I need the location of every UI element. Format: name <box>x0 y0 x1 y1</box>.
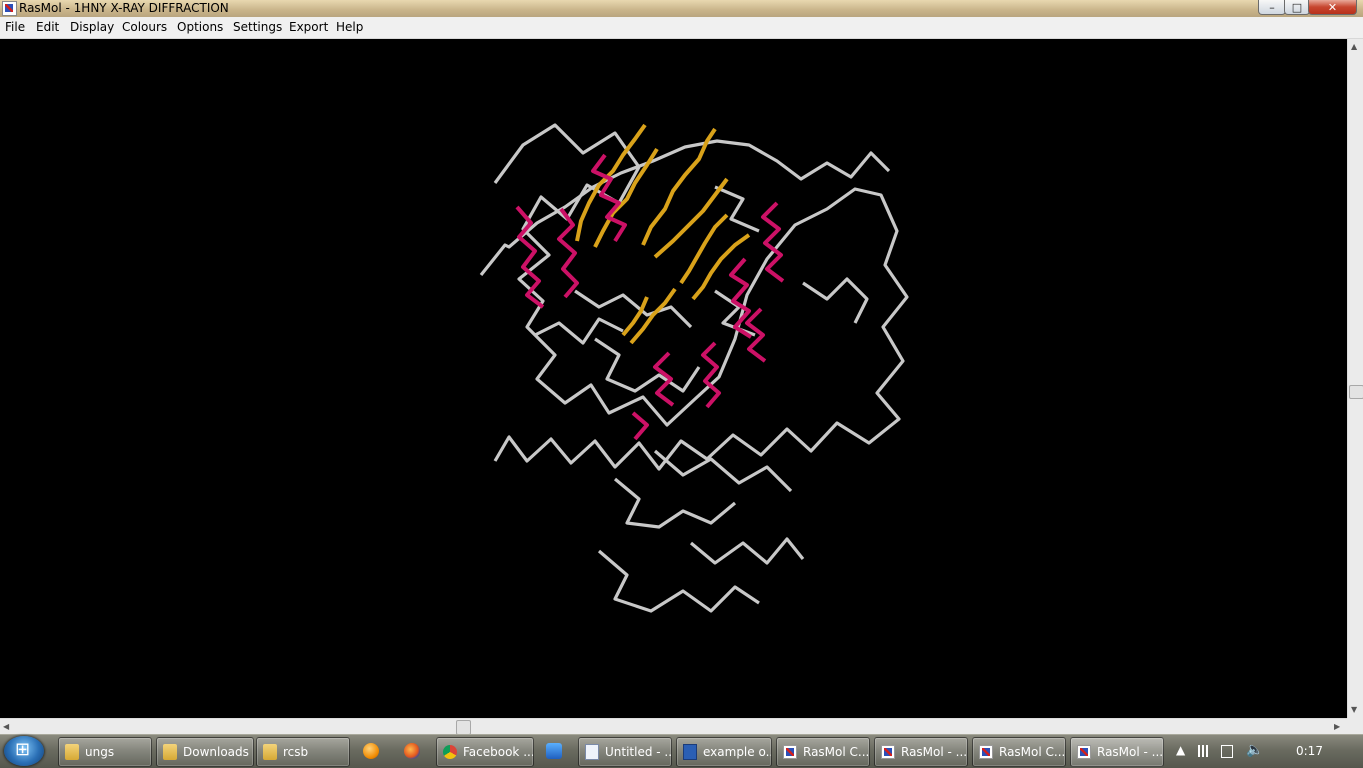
network-signal-icon[interactable] <box>1198 745 1212 757</box>
taskbar-item-rasmol-window-1[interactable]: RasMol - ... <box>874 737 968 767</box>
coil-backbone-trace <box>714 185 760 233</box>
taskbar-item-rasmol-window-2[interactable]: RasMol - ... <box>1070 737 1164 767</box>
taskbar-item-label: ungs <box>85 745 115 759</box>
rasmol-icon <box>783 745 797 759</box>
helix-segment <box>701 341 721 409</box>
folder-icon <box>65 744 79 760</box>
menu-bar: File Edit Display Colours Options Settin… <box>0 17 1363 39</box>
taskbar-item-downloads[interactable]: Downloads <box>156 737 254 767</box>
taskbar-item-facebook[interactable]: Facebook ... <box>436 737 534 767</box>
helix-segment <box>631 411 649 441</box>
start-button[interactable] <box>4 736 44 766</box>
strand-segment <box>641 127 717 246</box>
molecule-viewer[interactable] <box>0 39 1347 718</box>
coil-backbone-trace <box>534 317 624 345</box>
menu-settings[interactable]: Settings <box>233 20 282 34</box>
coil-backbone-trace <box>802 277 869 324</box>
horizontal-scroll-thumb[interactable] <box>456 720 471 735</box>
taskbar-item-label: RasMol C... <box>999 745 1066 759</box>
taskbar-item-label: Downloads <box>183 745 249 759</box>
rasmol-icon <box>979 745 993 759</box>
menu-help[interactable]: Help <box>336 20 363 34</box>
scroll-corner <box>1347 718 1363 734</box>
taskbar-item-label: RasMol C... <box>803 745 870 759</box>
rasmol-icon <box>881 745 895 759</box>
menu-export[interactable]: Export <box>289 20 328 34</box>
rasmol-icon <box>1077 745 1091 759</box>
vertical-scrollbar[interactable]: ▲ ▼ <box>1347 39 1363 718</box>
show-hidden-icons-arrow-icon[interactable]: ▲ <box>1176 743 1185 757</box>
strand-segment <box>653 177 729 259</box>
volume-icon[interactable]: 🔈 <box>1246 742 1263 758</box>
firefox-icon[interactable] <box>404 743 420 759</box>
media-player-icon[interactable] <box>546 743 562 759</box>
menu-colours[interactable]: Colours <box>122 20 167 34</box>
taskbar-item-label: Facebook ... <box>463 745 534 759</box>
maximize-button[interactable]: □ <box>1284 0 1310 15</box>
scroll-down-arrow-icon[interactable]: ▼ <box>1351 705 1357 714</box>
scroll-right-arrow-icon[interactable]: ▶ <box>1334 722 1340 731</box>
rasmol-app-icon[interactable] <box>2 1 17 16</box>
vertical-scroll-thumb[interactable] <box>1349 385 1363 399</box>
coil-backbone-trace <box>493 123 909 471</box>
helix-segment <box>557 207 579 299</box>
taskbar-item-ungs[interactable]: ungs <box>58 737 152 767</box>
word-icon <box>683 744 697 760</box>
taskbar-item-label: rcsb <box>283 745 309 759</box>
chrome-icon <box>443 745 457 759</box>
menu-display[interactable]: Display <box>70 20 114 34</box>
taskbar-item-label: RasMol - ... <box>1097 745 1164 759</box>
taskbar-item-label: example o... <box>703 745 772 759</box>
taskbar-item-rasmol-command-2[interactable]: RasMol C... <box>972 737 1066 767</box>
coil-backbone-trace <box>653 449 793 493</box>
battery-icon[interactable] <box>1221 745 1233 758</box>
taskbar-item-rcsb[interactable]: rcsb <box>256 737 350 767</box>
taskbar-item-label: Untitled - ... <box>605 745 672 759</box>
taskbar-item-rasmol-command-1[interactable]: RasMol C... <box>776 737 870 767</box>
taskbar-item-example[interactable]: example o... <box>676 737 772 767</box>
scroll-left-arrow-icon[interactable]: ◀ <box>3 722 9 731</box>
notepad-icon <box>585 744 599 760</box>
menu-options[interactable]: Options <box>177 20 223 34</box>
menu-file[interactable]: File <box>5 20 25 34</box>
coil-backbone-trace <box>594 337 701 393</box>
menu-edit[interactable]: Edit <box>36 20 59 34</box>
close-button[interactable]: ✕ <box>1308 0 1357 15</box>
protein-backbone-rendering <box>479 123 909 613</box>
taskbar: ungs Downloads rcsb Facebook ... Untitle… <box>0 734 1363 768</box>
taskbar-item-untitled[interactable]: Untitled - ... <box>578 737 672 767</box>
minimize-button[interactable]: – <box>1258 0 1286 15</box>
coil-backbone-trace <box>597 549 760 613</box>
folder-icon <box>163 744 177 760</box>
folder-icon <box>263 744 277 760</box>
scroll-up-arrow-icon[interactable]: ▲ <box>1351 42 1357 51</box>
coil-backbone-trace <box>689 537 805 565</box>
horizontal-scrollbar[interactable]: ◀ ▶ <box>0 718 1347 735</box>
taskbar-item-label: RasMol - ... <box>901 745 968 759</box>
vlc-icon[interactable] <box>363 743 379 759</box>
coil-backbone-trace <box>613 477 737 529</box>
system-clock[interactable]: 0:17 <box>1296 744 1323 758</box>
window-title: RasMol - 1HNY X-RAY DIFFRACTION <box>19 1 229 15</box>
title-bar[interactable]: RasMol - 1HNY X-RAY DIFFRACTION – □ ✕ <box>0 0 1363 17</box>
